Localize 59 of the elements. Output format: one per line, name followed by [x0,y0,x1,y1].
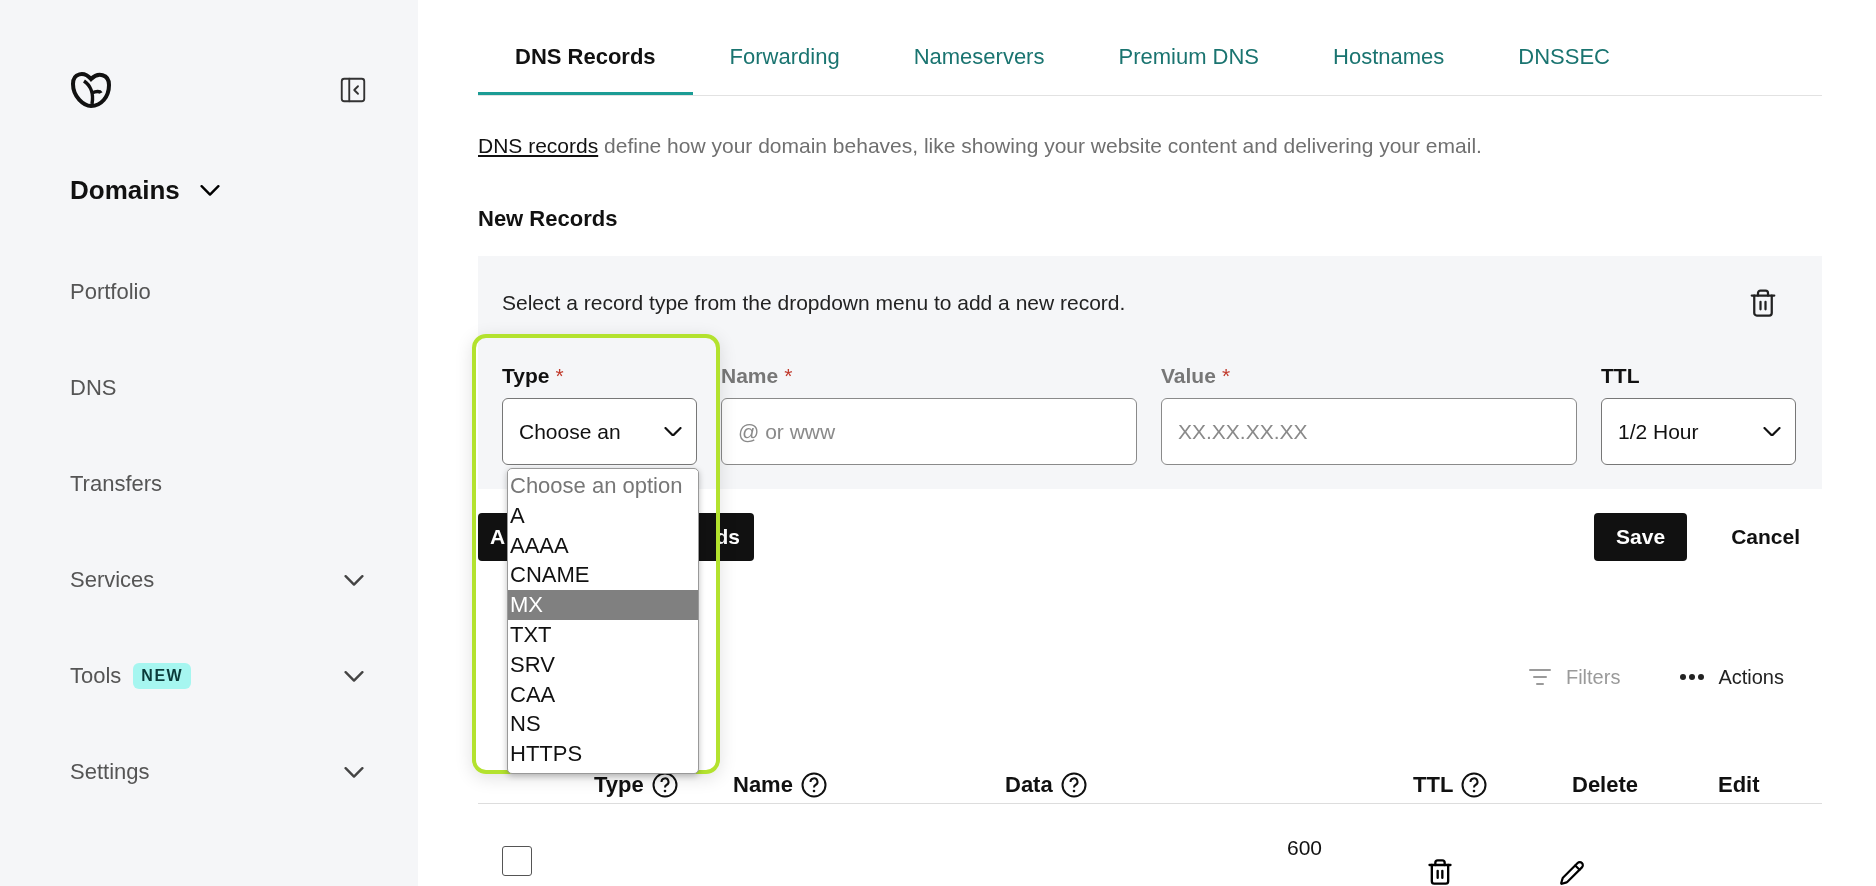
dropdown-option[interactable]: CNAME [508,560,698,591]
actions-button[interactable]: Actions [1680,665,1784,689]
select-field[interactable]: Choose an [502,398,697,465]
cancel-button[interactable]: Cancel [1731,525,1800,549]
column-header: Data [1005,772,1053,798]
field-label: Value [1161,364,1216,388]
field-label: TTL [1601,364,1640,388]
new-badge: NEW [133,663,192,689]
row-checkbox[interactable] [502,846,532,876]
collapse-sidebar-icon[interactable] [338,75,368,105]
instruction-text: Select a record type from the dropdown menu to add a new record. [502,291,1126,315]
chevron-down-icon[interactable] [344,670,364,682]
dropdown-option[interactable]: MX [508,590,698,620]
tab[interactable]: Premium DNS [1081,30,1297,95]
dropdown-option[interactable]: A [508,500,698,531]
trash-icon[interactable] [1748,288,1778,318]
ttl-cell: 600 [1286,836,1322,860]
dropdown-option[interactable]: CAA [508,679,698,710]
logo-icon [70,71,112,109]
sidebar-item[interactable]: Portfolio [70,279,151,305]
column-header: Name [733,772,793,798]
sidebar-item[interactable]: Transfers [70,471,163,497]
required-mark: * [1221,364,1231,388]
dropdown-option[interactable]: TXT [508,620,698,650]
section-heading: New Records [478,206,619,232]
dropdown-option[interactable]: AAAA [508,530,698,561]
required-mark: * [555,364,564,388]
dns-records-link[interactable]: DNS records [478,134,599,157]
tab[interactable]: DNSSEC [1481,30,1647,95]
dropdown-option[interactable]: NS [508,709,698,740]
tab[interactable]: Hostnames [1296,30,1482,95]
sidebar-item[interactable]: Settings [70,759,150,785]
sidebar-item[interactable]: Tools [70,663,122,689]
dropdown-option[interactable]: HTTPS [508,739,698,769]
chevron-down-icon[interactable] [344,574,364,586]
sidebar-item[interactable]: Services [70,567,155,593]
chevron-down-icon [664,426,682,437]
more-icon [1680,674,1705,680]
column-header: Type [594,772,644,798]
column-header: TTL [1413,772,1454,798]
edit-icon[interactable] [1559,860,1585,886]
required-mark: * [784,364,793,388]
tab[interactable]: Forwarding [692,30,877,95]
field-label: Type [502,364,550,388]
chevron-down-icon[interactable] [344,766,364,778]
save-button[interactable]: Save [1594,513,1688,561]
sidebar-item[interactable]: DNS [70,375,117,401]
field-label: Name [721,364,779,388]
tab[interactable]: Nameservers [876,30,1082,95]
column-header: Edit [1718,772,1760,798]
tab[interactable]: DNS Records [478,30,693,95]
description-text: DNS records define how your domain behaves, like showing your website content and delivering your email. [478,134,1483,158]
chevron-down-icon [1763,426,1781,437]
column-header: Delete [1572,772,1639,798]
chevron-down-icon[interactable] [199,185,220,196]
dropdown-option[interactable]: SRV [508,649,698,680]
section-title[interactable]: Domains [70,175,180,206]
select-field[interactable]: 1/2 Hour [1601,398,1796,465]
trash-icon[interactable] [1426,858,1454,886]
